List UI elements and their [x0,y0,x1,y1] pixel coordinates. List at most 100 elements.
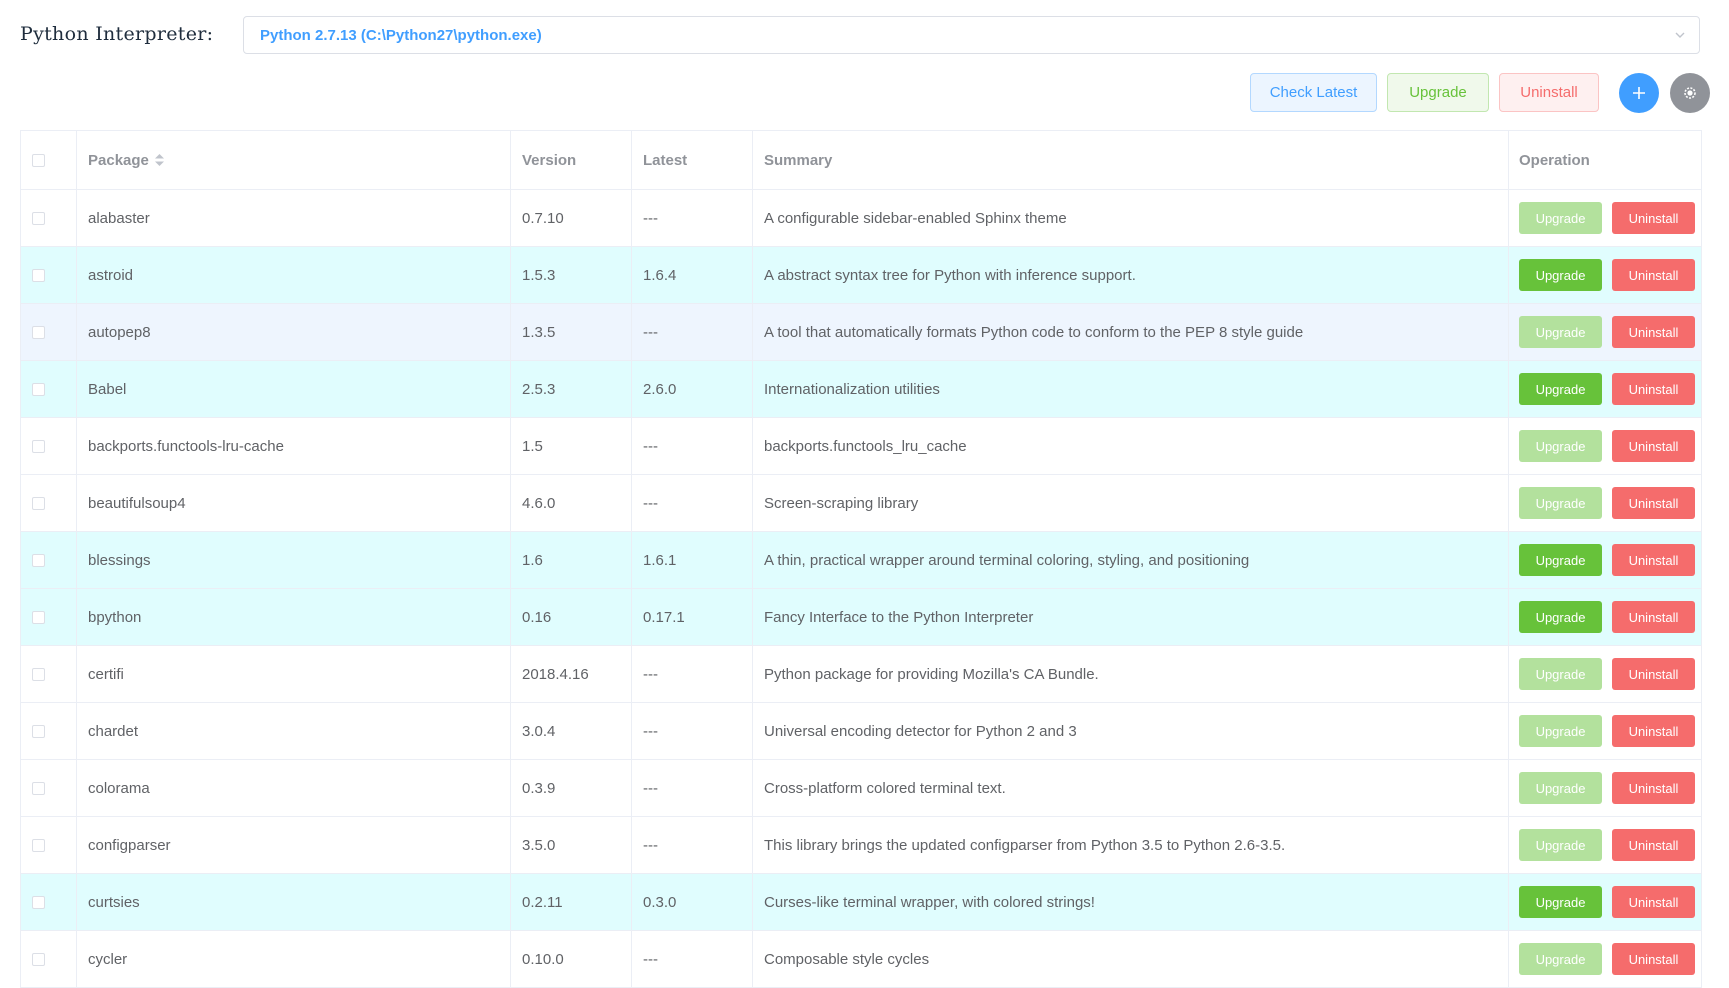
interpreter-select[interactable]: Python 2.7.13 (C:\Python27\python.exe) [243,16,1700,54]
operation-cell: Upgrade Uninstall [1509,589,1701,645]
operation-cell: Upgrade Uninstall [1509,931,1701,987]
row-upgrade-button[interactable]: Upgrade [1519,829,1602,861]
table-row: cycler 0.10.0 --- Composable style cycles Up… [21,931,1701,988]
row-checkbox[interactable] [32,781,45,795]
row-upgrade-button[interactable]: Upgrade [1519,316,1602,348]
package-version: 0.10.0 [511,931,632,987]
row-checkbox[interactable] [32,838,45,852]
row-upgrade-button[interactable]: Upgrade [1519,373,1602,405]
package-version: 0.3.9 [511,760,632,816]
row-upgrade-button[interactable]: Upgrade [1519,259,1602,291]
package-summary: A configurable sidebar-enabled Sphinx th… [753,190,1509,246]
package-version: 1.3.5 [511,304,632,360]
row-upgrade-button[interactable]: Upgrade [1519,886,1602,918]
row-upgrade-button[interactable]: Upgrade [1519,943,1602,975]
row-checkbox[interactable] [32,439,45,453]
package-version: 1.5 [511,418,632,474]
package-latest: --- [632,304,753,360]
row-uninstall-button[interactable]: Uninstall [1612,430,1695,462]
package-summary: A thin, practical wrapper around termina… [753,532,1509,588]
operation-cell: Upgrade Uninstall [1509,532,1701,588]
row-uninstall-button[interactable]: Uninstall [1612,715,1695,747]
row-checkbox[interactable] [32,610,45,624]
row-checkbox[interactable] [32,382,45,396]
package-name: blessings [77,532,511,588]
header-package[interactable]: Package [77,131,511,189]
package-version: 0.7.10 [511,190,632,246]
packages-table: Package Version Latest Summary Operation… [20,130,1702,988]
header-package-label: Package [88,151,149,169]
table-row: certifi 2018.4.16 --- Python package for pr… [21,646,1701,703]
row-uninstall-button[interactable]: Uninstall [1612,316,1695,348]
row-checkbox[interactable] [32,496,45,510]
table-body: alabaster 0.7.10 --- A configurable sidebar… [21,190,1701,988]
operation-cell: Upgrade Uninstall [1509,190,1701,246]
row-uninstall-button[interactable]: Uninstall [1612,943,1695,975]
chevron-down-icon [1675,32,1685,38]
row-upgrade-button[interactable]: Upgrade [1519,658,1602,690]
sort-icon[interactable] [154,154,164,166]
row-checkbox[interactable] [32,325,45,339]
row-checkbox[interactable] [32,268,45,282]
interpreter-select-value: Python 2.7.13 (C:\Python27\python.exe) [260,26,542,44]
row-uninstall-button[interactable]: Uninstall [1612,601,1695,633]
interpreter-label: Python Interpreter: [20,23,214,45]
row-upgrade-button[interactable]: Upgrade [1519,601,1602,633]
package-version: 0.16 [511,589,632,645]
package-summary: Cross-platform colored terminal text. [753,760,1509,816]
package-latest: 1.6.1 [632,532,753,588]
row-upgrade-button[interactable]: Upgrade [1519,544,1602,576]
row-checkbox[interactable] [32,724,45,738]
row-upgrade-button[interactable]: Upgrade [1519,430,1602,462]
package-summary: backports.functools_lru_cache [753,418,1509,474]
row-upgrade-button[interactable]: Upgrade [1519,487,1602,519]
row-checkbox-cell [21,589,77,645]
table-row: astroid 1.5.3 1.6.4 A abstract syntax tree … [21,247,1701,304]
package-name: cycler [77,931,511,987]
package-version: 2018.4.16 [511,646,632,702]
row-upgrade-button[interactable]: Upgrade [1519,715,1602,747]
package-latest: --- [632,475,753,531]
row-uninstall-button[interactable]: Uninstall [1612,886,1695,918]
package-summary: This library brings the updated configpa… [753,817,1509,873]
row-uninstall-button[interactable]: Uninstall [1612,829,1695,861]
package-latest: 1.6.4 [632,247,753,303]
row-checkbox-cell [21,703,77,759]
settings-button[interactable] [1670,73,1710,113]
row-uninstall-button[interactable]: Uninstall [1612,373,1695,405]
row-checkbox[interactable] [32,952,45,966]
upgrade-selected-button[interactable]: Upgrade [1387,73,1489,112]
select-all-checkbox[interactable] [32,153,45,167]
check-latest-button[interactable]: Check Latest [1250,73,1377,112]
gear-icon [1684,87,1696,99]
package-summary: Internationalization utilities [753,361,1509,417]
row-checkbox[interactable] [32,667,45,681]
add-package-button[interactable] [1619,73,1659,113]
row-checkbox-cell [21,931,77,987]
header-latest: Latest [632,131,753,189]
row-uninstall-button[interactable]: Uninstall [1612,487,1695,519]
row-uninstall-button[interactable]: Uninstall [1612,202,1695,234]
row-upgrade-button[interactable]: Upgrade [1519,772,1602,804]
row-checkbox[interactable] [32,553,45,567]
row-uninstall-button[interactable]: Uninstall [1612,772,1695,804]
package-name: colorama [77,760,511,816]
row-checkbox-cell [21,874,77,930]
package-version: 3.0.4 [511,703,632,759]
package-latest: 0.17.1 [632,589,753,645]
row-checkbox[interactable] [32,895,45,909]
package-summary: Composable style cycles [753,931,1509,987]
package-name: curtsies [77,874,511,930]
row-checkbox[interactable] [32,211,45,225]
plus-icon [1633,87,1645,99]
uninstall-selected-button[interactable]: Uninstall [1499,73,1599,112]
operation-cell: Upgrade Uninstall [1509,874,1701,930]
row-uninstall-button[interactable]: Uninstall [1612,544,1695,576]
package-name: chardet [77,703,511,759]
package-latest: --- [632,817,753,873]
row-uninstall-button[interactable]: Uninstall [1612,259,1695,291]
row-upgrade-button[interactable]: Upgrade [1519,202,1602,234]
row-checkbox-cell [21,760,77,816]
package-summary: Universal encoding detector for Python 2… [753,703,1509,759]
row-uninstall-button[interactable]: Uninstall [1612,658,1695,690]
